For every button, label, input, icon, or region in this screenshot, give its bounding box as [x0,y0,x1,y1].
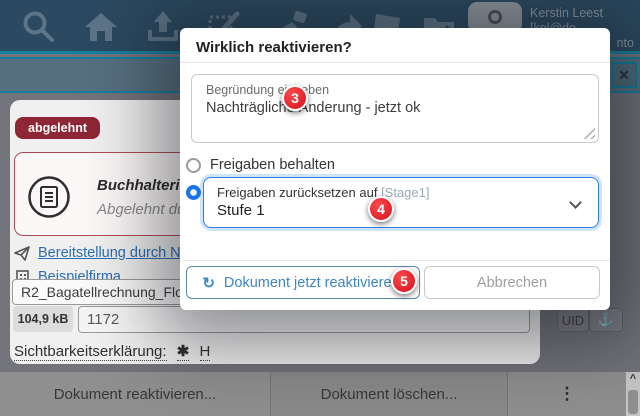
app-window: Kerstin Leest [kel@do... nto ✕ abgelehnt… [0,0,640,416]
resize-handle[interactable] [583,127,595,139]
file-size-chip: 104,9 kB [13,306,73,332]
annotation-badge-3: 3 [282,85,308,111]
close-tab-button[interactable]: ✕ [611,62,637,88]
cancel-label: Abbrechen [477,275,547,291]
annotation-badge-5: 5 [391,268,417,294]
scrollbar[interactable]: ^ [626,372,640,416]
close-icon: ✕ [618,67,630,84]
more-actions-button[interactable]: ⋮ [508,372,626,416]
provision-link[interactable]: Bereitstellung durch N [38,245,181,261]
reactivate-dialog: Wirklich reaktivieren? Begründung eingeb… [180,28,610,310]
reason-placeholder-label: Begründung eingeben [206,83,329,97]
radio-keep-approvals[interactable] [186,158,201,173]
confirm-reactivate-label: Dokument jetzt reaktivieren! [224,275,404,291]
reset-stage-selected-value: Stufe 1 [217,202,265,219]
document-action-bar: Dokument reaktivieren... Dokument lösche… [0,372,640,416]
home-icon[interactable] [82,8,120,46]
upload-tray-icon[interactable] [144,8,182,46]
radio-keep-approvals-label[interactable]: Freigaben behalten [210,157,335,173]
annotation-badge-4: 4 [368,196,394,222]
paper-plane-icon [14,245,31,262]
uid-button[interactable]: UID [557,308,589,332]
scroll-up-icon[interactable]: ^ [626,372,640,386]
radio-reset-approvals[interactable] [186,185,201,200]
cancel-button[interactable]: Abbrechen [424,266,600,299]
kebab-menu-icon: ⋮ [559,384,576,404]
dialog-title-divider [180,62,610,63]
anchor-icon: ⚓ [598,312,614,328]
visibility-h-value[interactable]: H [200,343,211,361]
ledger-icon [27,175,71,219]
chevron-down-icon [569,196,582,209]
reactivate-document-button[interactable]: Dokument reaktivieren... [0,372,270,416]
anchor-button[interactable]: ⚓ [589,308,623,332]
avatar-placeholder-icon [488,10,502,24]
dialog-footer-divider [180,260,610,261]
scrollbar-thumb[interactable] [628,390,638,414]
visibility-row: Sichtbarkeitserklärung: ✱ H [14,342,216,360]
refresh-icon: ↻ [202,274,215,292]
visibility-label: Sichtbarkeitserklärung: [14,343,167,361]
reset-stage-select[interactable]: Freigaben zurücksetzen auf [Stage1] Stuf… [203,177,599,228]
delete-document-button[interactable]: Dokument löschen... [270,372,508,416]
status-badge: abgelehnt [15,117,100,139]
reason-textarea[interactable]: Begründung eingeben Nachträgliche Änderu… [191,74,599,143]
reset-stage-label: Freigaben zurücksetzen auf [Stage1] [217,185,430,200]
provision-link-row: Bereitstellung durch N [14,244,181,262]
search-icon[interactable] [20,8,58,46]
reason-value: Nachträgliche Änderung - jetzt ok [206,100,420,116]
confirm-reactivate-button[interactable]: ↻ Dokument jetzt reaktivieren! [186,266,420,299]
page-count-field[interactable]: 1172 [78,306,530,333]
reset-stage-label-text: Freigaben zurücksetzen auf [217,185,377,200]
dialog-title: Wirklich reaktivieren? [196,39,352,56]
visibility-asterisk-value[interactable]: ✱ [177,343,190,361]
